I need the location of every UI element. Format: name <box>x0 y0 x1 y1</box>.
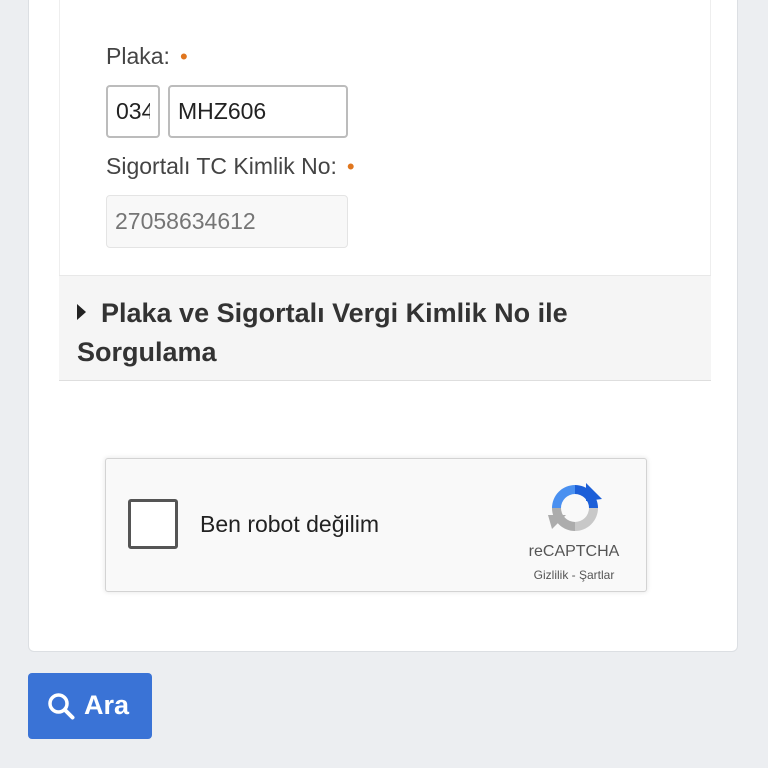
accordion-title-text: Plaka ve Sigortalı Vergi Kimlik No ile S… <box>77 298 568 367</box>
recaptcha-logo-icon <box>548 483 602 531</box>
form-card: Plaka: • Sigortalı TC Kimlik No: • Plaka v… <box>28 0 738 652</box>
recaptcha-widget: Ben robot değilim reCAPTCHA Gizlilik - Ş… <box>105 458 647 592</box>
search-button-label: Ara <box>84 690 130 720</box>
accordion-vergi-sorgulama[interactable]: Plaka ve Sigortalı Vergi Kimlik No ile S… <box>59 275 711 381</box>
tc-label-text: Sigortalı TC Kimlik No: <box>106 153 337 179</box>
tc-kimlik-input[interactable] <box>106 195 348 248</box>
recaptcha-separator: - <box>568 568 579 582</box>
recaptcha-terms-link[interactable]: Şartlar <box>579 568 614 582</box>
recaptcha-privacy-link[interactable]: Gizlilik <box>534 568 569 582</box>
plate-number-input[interactable] <box>168 85 348 138</box>
recaptcha-links: Gizlilik - Şartlar <box>506 568 642 582</box>
search-icon <box>48 693 75 720</box>
search-button[interactable]: Ara <box>28 673 152 739</box>
recaptcha-label: Ben robot değilim <box>200 511 379 537</box>
plate-city-input[interactable] <box>106 85 160 138</box>
required-marker: • <box>346 154 355 179</box>
recaptcha-brand: reCAPTCHA <box>528 543 620 560</box>
plate-label-text: Plaka: <box>106 43 170 69</box>
required-marker: • <box>179 44 188 69</box>
plate-label: Plaka: • <box>106 43 188 70</box>
caret-right-icon <box>77 304 86 320</box>
recaptcha-checkbox[interactable] <box>128 499 178 549</box>
accordion-title: Plaka ve Sigortalı Vergi Kimlik No ile S… <box>77 294 677 372</box>
tc-label: Sigortalı TC Kimlik No: • <box>106 153 355 180</box>
query-panel: Plaka: • Sigortalı TC Kimlik No: • <box>59 0 711 277</box>
